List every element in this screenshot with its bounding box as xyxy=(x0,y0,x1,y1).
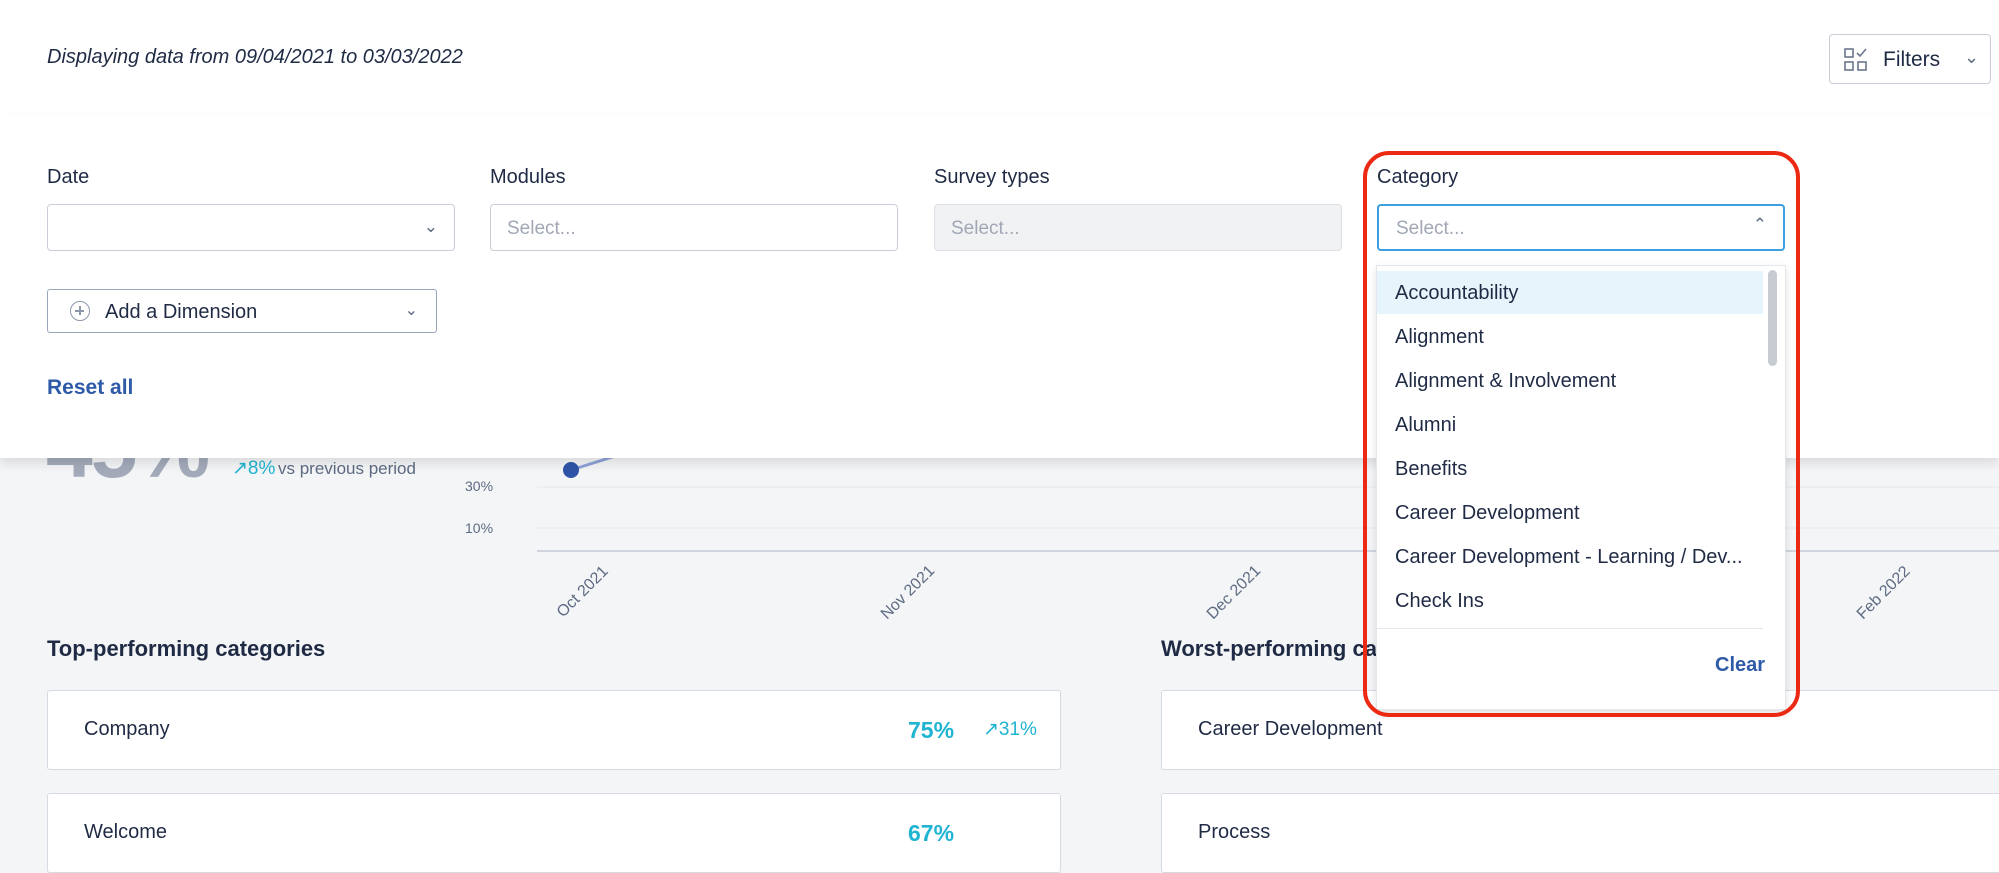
category-score: 75% xyxy=(908,717,955,743)
category-name: Career Development xyxy=(1198,718,1383,740)
y-tick-label: 10% xyxy=(465,520,493,536)
add-dimension-label: Add a Dimension xyxy=(105,301,258,323)
plus-circle-icon xyxy=(70,301,90,321)
x-tick-label: Feb 2022 xyxy=(1854,563,1914,623)
x-tick-label: Nov 2021 xyxy=(878,562,939,623)
add-dimension-button[interactable]: Add a Dimension ⌄ xyxy=(47,289,437,333)
category-score: 67% xyxy=(908,820,955,846)
trend-point xyxy=(563,462,579,478)
y-tick-label: 30% xyxy=(465,478,493,494)
survey-types-label: Survey types xyxy=(934,166,1050,188)
chevron-down-icon: ⌄ xyxy=(404,302,418,319)
date-select[interactable]: ⌄ xyxy=(47,204,455,251)
survey-types-select: Select... xyxy=(934,204,1342,251)
category-delta: ↗31% xyxy=(983,719,1037,740)
category-card-process[interactable]: Process xyxy=(1161,793,1999,873)
highlight-annotation xyxy=(1363,151,1800,717)
date-label: Date xyxy=(47,166,90,188)
chevron-down-icon: ⌄ xyxy=(423,217,438,236)
modules-label: Modules xyxy=(490,166,566,188)
modules-select[interactable]: Select... xyxy=(490,204,898,251)
category-card-welcome[interactable]: Welcome 67% xyxy=(47,793,1061,873)
modules-placeholder: Select... xyxy=(507,218,576,239)
survey-types-placeholder: Select... xyxy=(951,218,1020,239)
category-name: Company xyxy=(84,718,170,740)
reset-all-link[interactable]: Reset all xyxy=(47,376,133,400)
category-name: Welcome xyxy=(84,821,167,843)
x-tick-label: Dec 2021 xyxy=(1204,562,1265,623)
worst-performing-title: Worst-performing ca xyxy=(1161,636,1377,661)
x-tick-label: Oct 2021 xyxy=(554,563,612,621)
category-card-company[interactable]: Company 75% ↗31% xyxy=(47,690,1061,770)
top-performing-title: Top-performing categories xyxy=(47,636,326,661)
category-name: Process xyxy=(1198,821,1271,843)
